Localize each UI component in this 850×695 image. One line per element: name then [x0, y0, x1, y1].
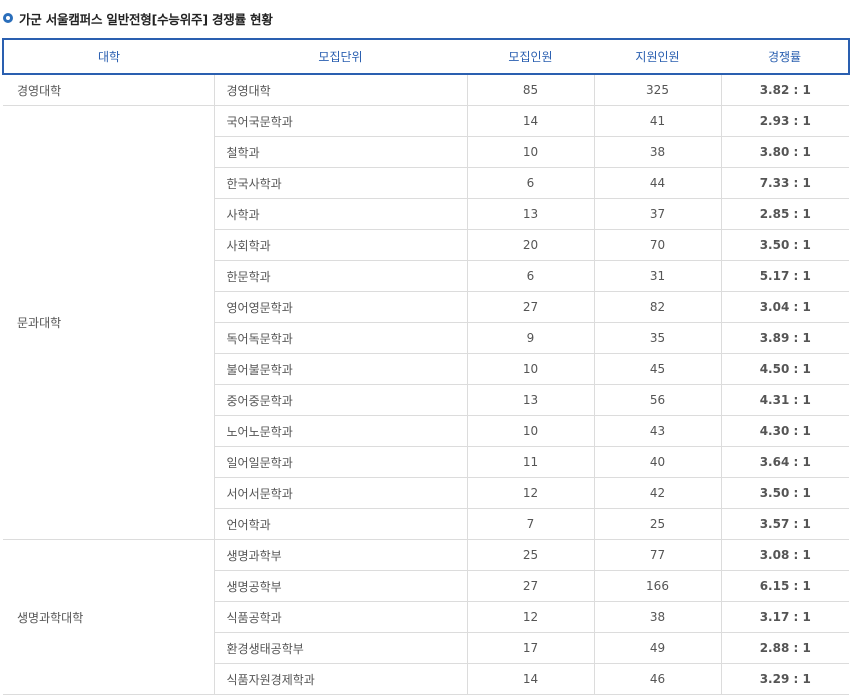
unit-cell: 식품공학과	[214, 601, 468, 633]
applicants-cell: 43	[594, 415, 722, 447]
unit-cell: 서어서문학과	[214, 477, 468, 509]
rate-cell: 3.80 : 1	[721, 136, 849, 168]
rate-cell: 3.64 : 1	[721, 446, 849, 478]
page-title-row: 가군 서울캠퍼스 일반전형[수능위주] 경쟁률 현황	[3, 8, 273, 28]
unit-cell: 국어국문학과	[214, 105, 468, 137]
header-unit: 모집단위	[214, 38, 467, 75]
rate-cell: 3.17 : 1	[721, 601, 849, 633]
unit-cell: 한문학과	[214, 260, 468, 292]
competition-rate-table: 대학 모집단위 모집인원 지원인원 경쟁률 경영대학 경영대학 85 325 3.82 …	[2, 38, 850, 695]
unit-cell: 영어영문학과	[214, 291, 468, 323]
rate-cell: 2.85 : 1	[721, 198, 849, 230]
table-body: 경영대학 경영대학 85 325 3.82 : 1 문과대학 국어국문학과 14 41 2.93 …	[3, 74, 849, 695]
quota-cell: 10	[467, 415, 595, 447]
unit-cell: 노어노문학과	[214, 415, 468, 447]
unit-cell: 일어일문학과	[214, 446, 468, 478]
applicants-cell: 49	[594, 632, 722, 664]
applicants-cell: 42	[594, 477, 722, 509]
unit-cell: 한국사학과	[214, 167, 468, 199]
applicants-cell: 40	[594, 446, 722, 478]
unit-cell: 중어중문학과	[214, 384, 468, 416]
applicants-cell: 70	[594, 229, 722, 261]
quota-cell: 14	[467, 105, 595, 137]
quota-cell: 20	[467, 229, 595, 261]
applicants-cell: 38	[594, 136, 722, 168]
quota-cell: 85	[467, 74, 595, 106]
unit-cell: 경영대학	[214, 74, 468, 106]
rate-cell: 4.31 : 1	[721, 384, 849, 416]
quota-cell: 10	[467, 136, 595, 168]
quota-cell: 12	[467, 601, 595, 633]
unit-cell: 언어학과	[214, 508, 468, 540]
unit-cell: 생명과학부	[214, 539, 468, 571]
unit-cell: 불어불문학과	[214, 353, 468, 385]
header-quota: 모집인원	[467, 38, 594, 75]
applicants-cell: 166	[594, 570, 722, 602]
header-applicants: 지원인원	[594, 38, 721, 75]
table-header-row: 대학 모집단위 모집인원 지원인원 경쟁률	[2, 38, 850, 75]
quota-cell: 7	[467, 508, 595, 540]
applicants-cell: 45	[594, 353, 722, 385]
unit-cell: 독어독문학과	[214, 322, 468, 354]
applicants-cell: 325	[594, 74, 722, 106]
quota-cell: 14	[467, 663, 595, 695]
rate-cell: 2.88 : 1	[721, 632, 849, 664]
applicants-cell: 44	[594, 167, 722, 199]
rate-cell: 3.57 : 1	[721, 508, 849, 540]
applicants-cell: 46	[594, 663, 722, 695]
applicants-cell: 35	[594, 322, 722, 354]
applicants-cell: 77	[594, 539, 722, 571]
table-row: 경영대학 경영대학 85 325 3.82 : 1	[3, 74, 849, 106]
applicants-cell: 82	[594, 291, 722, 323]
rate-cell: 4.30 : 1	[721, 415, 849, 447]
quota-cell: 25	[467, 539, 595, 571]
quota-cell: 11	[467, 446, 595, 478]
rate-cell: 2.93 : 1	[721, 105, 849, 137]
quota-cell: 27	[467, 291, 595, 323]
unit-cell: 사학과	[214, 198, 468, 230]
applicants-cell: 25	[594, 508, 722, 540]
rate-cell: 4.50 : 1	[721, 353, 849, 385]
applicants-cell: 41	[594, 105, 722, 137]
quota-cell: 10	[467, 353, 595, 385]
unit-cell: 사회학과	[214, 229, 468, 261]
quota-cell: 13	[467, 198, 595, 230]
rate-cell: 3.50 : 1	[721, 477, 849, 509]
applicants-cell: 37	[594, 198, 722, 230]
page-title: 가군 서울캠퍼스 일반전형[수능위주] 경쟁률 현황	[19, 11, 273, 27]
quota-cell: 13	[467, 384, 595, 416]
bullet-icon	[3, 13, 13, 23]
rate-cell: 3.82 : 1	[721, 74, 849, 106]
rate-cell: 5.17 : 1	[721, 260, 849, 292]
college-cell: 문과대학	[3, 105, 215, 540]
college-cell: 생명과학대학	[3, 539, 215, 695]
quota-cell: 12	[467, 477, 595, 509]
rate-cell: 3.89 : 1	[721, 322, 849, 354]
unit-cell: 환경생태공학부	[214, 632, 468, 664]
applicants-cell: 31	[594, 260, 722, 292]
quota-cell: 27	[467, 570, 595, 602]
unit-cell: 식품자원경제학과	[214, 663, 468, 695]
table-row: 문과대학 국어국문학과 14 41 2.93 : 1	[3, 105, 849, 540]
applicants-cell: 56	[594, 384, 722, 416]
header-rate: 경쟁률	[721, 38, 850, 75]
rate-cell: 3.29 : 1	[721, 663, 849, 695]
rate-cell: 7.33 : 1	[721, 167, 849, 199]
quota-cell: 6	[467, 167, 595, 199]
quota-cell: 17	[467, 632, 595, 664]
quota-cell: 9	[467, 322, 595, 354]
college-cell: 경영대학	[3, 74, 215, 106]
rate-cell: 3.08 : 1	[721, 539, 849, 571]
rate-cell: 3.04 : 1	[721, 291, 849, 323]
unit-cell: 생명공학부	[214, 570, 468, 602]
header-college: 대학	[2, 38, 214, 75]
rate-cell: 6.15 : 1	[721, 570, 849, 602]
applicants-cell: 38	[594, 601, 722, 633]
quota-cell: 6	[467, 260, 595, 292]
unit-cell: 철학과	[214, 136, 468, 168]
table-row: 생명과학대학 생명과학부 25 77 3.08 : 1	[3, 539, 849, 695]
rate-cell: 3.50 : 1	[721, 229, 849, 261]
